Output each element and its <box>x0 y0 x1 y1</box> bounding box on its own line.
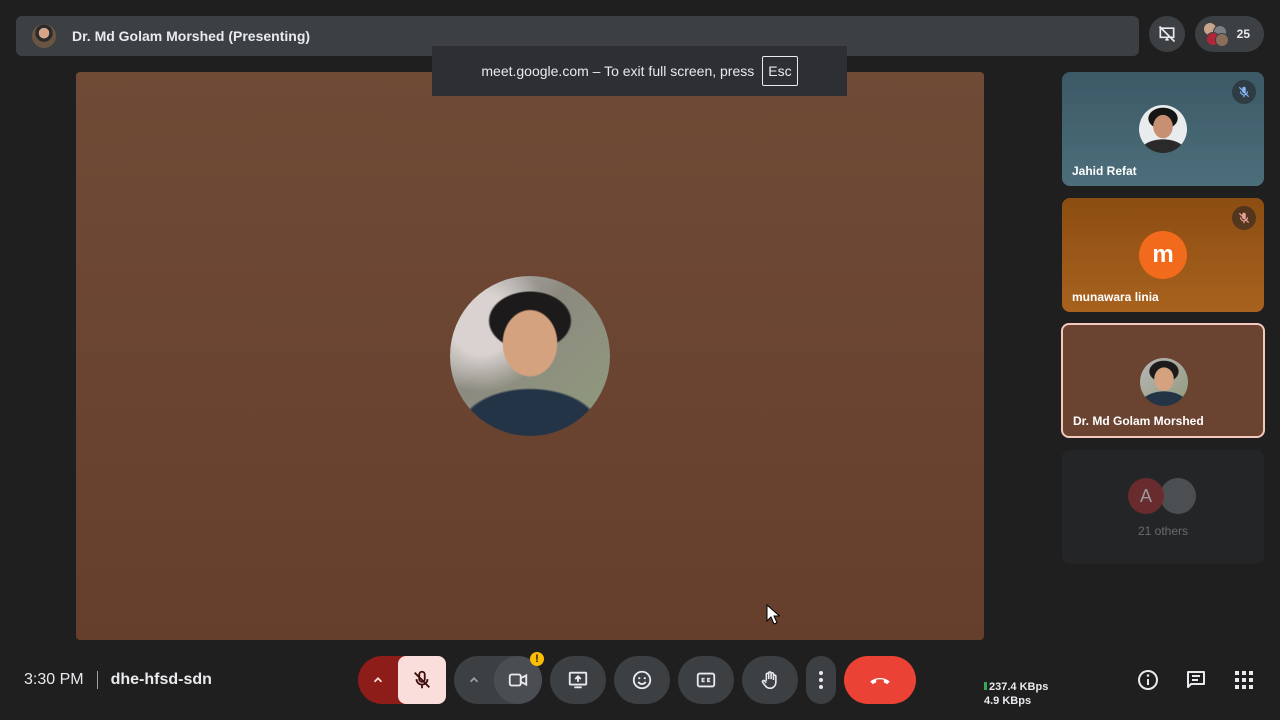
esc-key: Esc <box>762 56 798 86</box>
bandwidth-down: 4.9 KBps <box>984 695 1032 707</box>
chevron-up-icon <box>469 677 479 683</box>
bandwidth-stats: 237.4 KBps 4.9 KBps <box>984 680 1048 708</box>
participant-avatar-letter: m <box>1139 231 1187 279</box>
mouse-cursor-icon <box>766 604 780 625</box>
others-label: 21 others <box>1137 524 1189 538</box>
presenter-title: Dr. Md Golam Morshed (Presenting) <box>72 28 311 44</box>
video-camera-icon <box>508 673 528 687</box>
bandwidth-up: 237.4 KBps <box>989 681 1049 693</box>
camera-toggle-button[interactable]: ! <box>494 652 544 704</box>
camera-control-group: ! <box>454 652 544 704</box>
present-screen-icon <box>568 671 588 689</box>
video-options-button[interactable] <box>454 656 494 704</box>
meeting-details-button[interactable] <box>1128 660 1168 700</box>
main-presenter-stage <box>76 72 984 640</box>
microphone-toggle-button[interactable] <box>398 656 446 704</box>
other-avatar <box>1160 478 1196 514</box>
activities-button[interactable] <box>1224 660 1264 700</box>
top-right-controls: 25 <box>1148 16 1264 52</box>
mini-avatars <box>1202 22 1229 47</box>
other-avatar-letter: A <box>1128 478 1164 514</box>
people-button[interactable]: 25 <box>1194 16 1264 52</box>
participant-name: Dr. Md Golam Morshed <box>1073 414 1204 428</box>
raise-hand-button[interactable] <box>742 656 798 704</box>
apps-grid-icon <box>1235 671 1253 689</box>
signal-bar-icon <box>984 682 987 690</box>
more-options-button[interactable] <box>806 656 836 704</box>
meet-window: Dr. Md Golam Morshed (Presenting) 25 mee… <box>0 0 1280 720</box>
others-tile[interactable]: A 21 others <box>1062 450 1264 564</box>
current-time: 3:30 PM <box>24 671 84 688</box>
captions-button[interactable] <box>678 656 734 704</box>
participant-tile[interactable]: Jahid Refat <box>1062 72 1264 186</box>
mic-off-icon <box>414 670 430 689</box>
side-panel-buttons <box>1128 660 1264 700</box>
warning-badge: ! <box>530 652 544 666</box>
meeting-info: 3:30 PM dhe-hfsd-sdn <box>24 670 212 690</box>
fullscreen-notice-text: meet.google.com – To exit full screen, p… <box>481 63 755 79</box>
hide-presentation-button[interactable] <box>1148 16 1185 52</box>
chat-icon <box>1187 671 1205 688</box>
hand-icon <box>761 671 777 690</box>
participant-avatar <box>1140 358 1188 406</box>
audio-options-button[interactable] <box>358 656 398 704</box>
divider <box>96 671 98 689</box>
meeting-code[interactable]: dhe-hfsd-sdn <box>111 671 212 689</box>
presentation-off-icon <box>1158 25 1175 43</box>
participant-tile[interactable]: m munawara linia <box>1062 198 1264 312</box>
participant-count: 25 <box>1236 27 1250 41</box>
participant-avatar <box>1139 105 1187 153</box>
call-controls: ! <box>358 652 916 704</box>
call-end-icon <box>870 677 890 685</box>
present-screen-button[interactable] <box>550 656 606 704</box>
mic-control-group <box>358 656 446 704</box>
participant-name: Jahid Refat <box>1072 164 1137 178</box>
chat-button[interactable] <box>1176 660 1216 700</box>
reactions-button[interactable] <box>614 656 670 704</box>
presenter-main-avatar <box>450 276 610 436</box>
participant-name: munawara linia <box>1072 290 1159 304</box>
mic-muted-icon <box>1232 206 1256 230</box>
participant-tile-active-speaker[interactable]: Dr. Md Golam Morshed <box>1061 323 1265 438</box>
closed-captions-icon <box>696 672 716 688</box>
others-avatars: A <box>1128 478 1208 514</box>
chevron-up-icon <box>373 677 383 683</box>
presenter-avatar <box>32 24 56 48</box>
mic-muted-icon <box>1232 80 1256 104</box>
info-icon <box>1138 670 1158 690</box>
emoji-icon <box>632 670 652 690</box>
more-vert-icon <box>819 671 823 689</box>
fullscreen-notice: meet.google.com – To exit full screen, p… <box>432 46 847 96</box>
leave-call-button[interactable] <box>844 656 916 704</box>
